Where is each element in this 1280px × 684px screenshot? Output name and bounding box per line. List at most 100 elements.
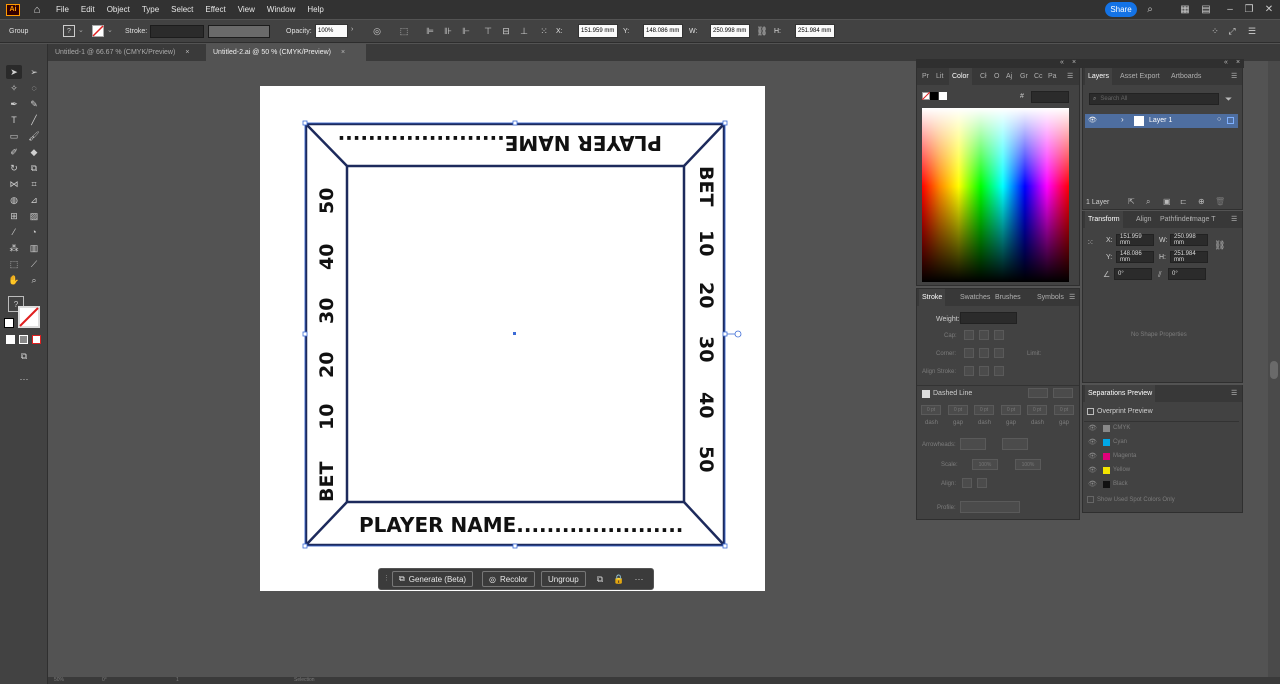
transform-h-input[interactable]: 251.984 mm [1170, 251, 1208, 263]
tab-brushes[interactable]: Brushes [992, 289, 1024, 306]
align-to-icon[interactable]: ⬚ [398, 25, 410, 37]
ink-row-cyan[interactable]: 👁 Cyan [1084, 436, 1239, 449]
recolor-artwork-icon[interactable]: ◎ [371, 25, 383, 37]
eraser-tool-icon[interactable]: ◆ [28, 146, 40, 158]
generate-beta-button[interactable]: ⧉ Generate (Beta) [392, 571, 474, 587]
magic-wand-tool-icon[interactable]: ✧ [8, 82, 20, 94]
shape-builder-tool-icon[interactable]: ◍ [8, 194, 20, 206]
dashed-line-checkbox[interactable] [922, 390, 930, 398]
gradient-tool-icon[interactable]: ▨ [28, 210, 40, 222]
default-colors-icon[interactable] [4, 318, 14, 328]
hand-tool-icon[interactable]: ✋ [8, 274, 20, 286]
show-spot-checkbox[interactable] [1087, 496, 1094, 503]
end-scale-input[interactable]: 100% [1015, 459, 1041, 470]
drag-handle-icon[interactable]: ⋮ [383, 574, 390, 584]
eyedropper-tool-icon[interactable]: ⁄ [8, 226, 20, 238]
filter-icon[interactable]: ⏷ [1225, 94, 1232, 105]
color-spectrum-picker[interactable] [922, 108, 1069, 282]
align-hcenter-icon[interactable]: ⊪ [442, 25, 454, 37]
tab-asset-export[interactable]: Asset Export [1117, 68, 1163, 85]
eye-icon[interactable]: 👁 [1088, 452, 1097, 460]
transform-y-input[interactable]: 148.086 mm [1116, 251, 1154, 263]
tab-stroke[interactable]: Stroke [919, 289, 946, 306]
panel-menu-icon[interactable]: ☰ [1231, 72, 1237, 80]
tab-appearance[interactable]: Aj [1003, 68, 1015, 85]
panel-menu-icon[interactable]: ☰ [1231, 215, 1237, 223]
tab-opacity[interactable]: O [991, 68, 1002, 85]
share-button[interactable]: Share [1105, 2, 1137, 17]
arrange-icon[interactable]: ⁘ [1209, 25, 1221, 37]
zoom-tool-icon[interactable]: ⌕ [28, 274, 40, 286]
align-outside-stroke-button[interactable] [994, 366, 1004, 376]
close-window-icon[interactable]: ✕ [1263, 3, 1275, 15]
ink-row-yellow[interactable]: 👁 Yellow [1084, 464, 1239, 477]
variable-width-profile[interactable] [208, 25, 270, 38]
align-top-icon[interactable]: ⊤ [482, 25, 494, 37]
bevel-join-button[interactable] [994, 348, 1004, 358]
white-swatch[interactable] [939, 92, 947, 100]
tab-graphic-styles[interactable]: Gr [1017, 68, 1031, 85]
layers-search-input[interactable]: ⌕ Search All [1089, 93, 1219, 105]
menu-help[interactable]: Help [307, 5, 323, 14]
stroke-weight-input[interactable] [960, 312, 1017, 324]
menu-select[interactable]: Select [171, 5, 193, 14]
ink-row-black[interactable]: 👁 Black [1084, 478, 1239, 491]
zoom-level[interactable]: 50% [54, 677, 64, 683]
layer-name[interactable]: Layer 1 [1149, 117, 1172, 124]
vertical-scrollbar[interactable] [1268, 61, 1280, 677]
blend-tool-icon[interactable]: ◔ [28, 226, 40, 238]
tab-transform[interactable]: Transform [1085, 211, 1123, 228]
width-tool-icon[interactable]: ⋈ [8, 178, 20, 190]
draw-mode-icon[interactable]: ⧉ [18, 350, 30, 362]
align-inside-stroke-button[interactable] [979, 366, 989, 376]
tab-swatches[interactable]: Swatches [957, 289, 993, 306]
close-tab-icon[interactable]: × [185, 49, 189, 56]
menu-window[interactable]: Window [267, 5, 295, 14]
menu-edit[interactable]: Edit [81, 5, 95, 14]
eye-icon[interactable]: 👁 [1088, 424, 1097, 432]
tab-libraries[interactable]: Lit [933, 68, 946, 85]
panel-menu-icon[interactable]: ☰ [1067, 72, 1073, 80]
curvature-tool-icon[interactable]: ✎ [28, 98, 40, 110]
panel-menu-icon[interactable]: ☰ [1069, 293, 1075, 301]
align-center-stroke-button[interactable] [964, 366, 974, 376]
artboard-tool-icon[interactable]: ⬚ [8, 258, 20, 270]
tab-color[interactable]: Color [949, 68, 972, 85]
free-transform-tool-icon[interactable]: ⌗ [28, 178, 40, 190]
transform-x-input[interactable]: 151.959 mm [1116, 234, 1154, 246]
slice-tool-icon[interactable]: ⟋ [28, 258, 40, 270]
arrow-tip-extend-button[interactable] [962, 478, 972, 488]
type-tool-icon[interactable]: T [8, 114, 20, 126]
lock-icon[interactable]: 🔒 [613, 573, 625, 585]
artwork-frame[interactable]: PLAYER NAME...................... PLAYER… [260, 86, 765, 591]
chevron-down-icon[interactable]: ⌄ [78, 26, 84, 34]
home-icon[interactable]: ⌂ [30, 4, 44, 16]
line-tool-icon[interactable]: ╱ [28, 114, 40, 126]
new-sublayer-icon[interactable]: ⊏ [1180, 197, 1187, 206]
locate-object-icon[interactable]: ⌕ [1146, 197, 1150, 207]
round-cap-button[interactable] [979, 330, 989, 340]
rotate-angle-input[interactable]: 0° [1114, 268, 1152, 280]
start-arrowhead-select[interactable] [960, 438, 986, 450]
start-scale-input[interactable]: 100% [972, 459, 998, 470]
close-tab-icon[interactable]: × [341, 49, 345, 56]
eye-icon[interactable]: 👁 [1088, 466, 1097, 474]
gradient-mode-icon[interactable] [19, 335, 28, 344]
dash-input-2[interactable]: 0 pt [974, 405, 994, 415]
selected-art-indicator[interactable] [1227, 117, 1234, 124]
dash-preserve-button[interactable] [1028, 388, 1048, 398]
column-graph-tool-icon[interactable]: ▥ [28, 242, 40, 254]
hex-input[interactable] [1031, 91, 1069, 103]
tab-color-guide[interactable]: Cł [977, 68, 990, 85]
width-profile-select[interactable] [960, 501, 1020, 513]
dash-input-1[interactable]: 0 pt [921, 405, 941, 415]
panel-menu-icon[interactable]: ☰ [1231, 389, 1237, 397]
clipping-mask-icon[interactable]: ▣ [1163, 197, 1171, 206]
fill-color-mode-icon[interactable] [6, 335, 15, 344]
eye-icon[interactable]: 👁 [1088, 116, 1097, 124]
menu-view[interactable]: View [238, 5, 255, 14]
more-options-icon[interactable]: ··· [633, 573, 645, 585]
tab-artboards[interactable]: Artboards [1168, 68, 1204, 85]
search-icon[interactable]: ⌕ [1144, 3, 1156, 15]
y-input[interactable]: 148.086 mm [643, 24, 683, 38]
